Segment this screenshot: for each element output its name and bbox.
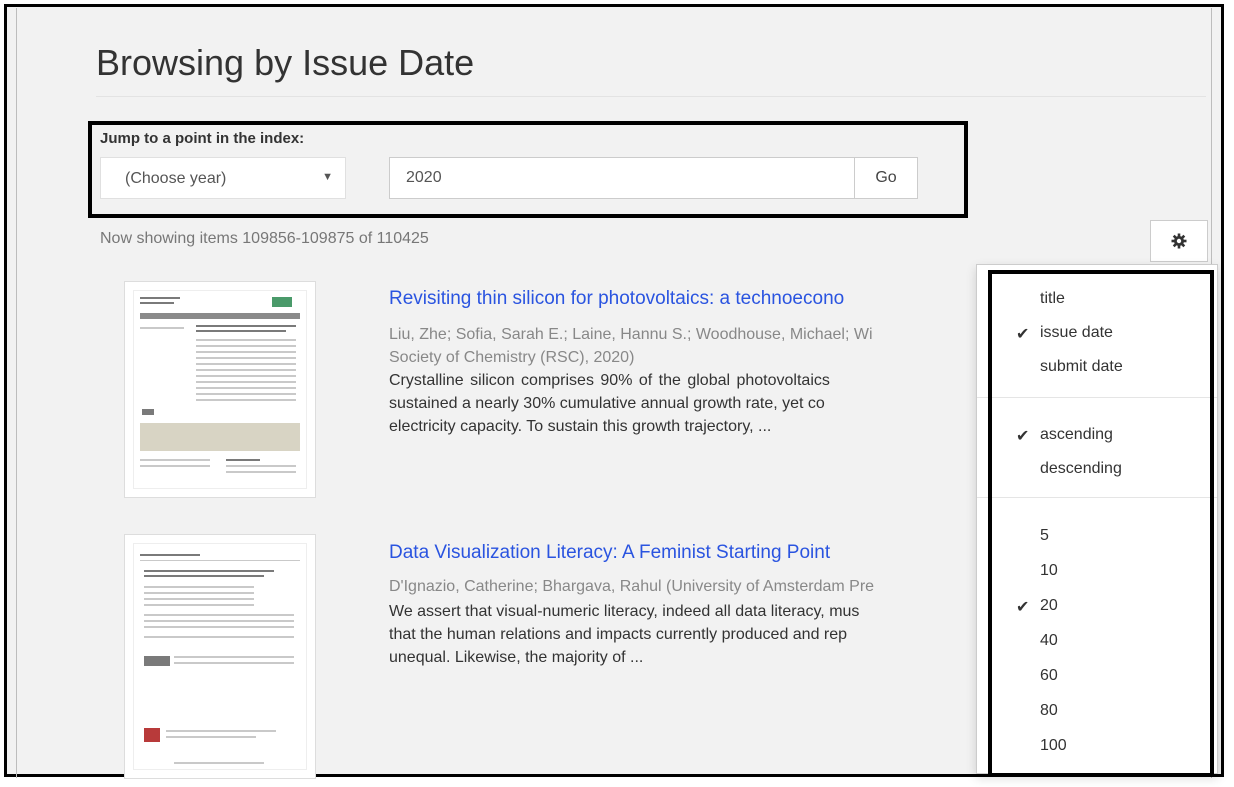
item-authors: Liu, Zhe; Sofia, Sarah E.; Laine, Hannu … [389,326,873,343]
year-select[interactable]: (Choose year) ▼ [100,157,346,199]
thumbnail-image [133,290,307,489]
item-abstract-line: sustained a nearly 30% cumulative annual… [389,395,825,412]
item-abstract-line: that the human relations and impacts cur… [389,626,848,643]
results-count: Now showing items 109856-109875 of 11042… [100,230,429,247]
sort-options-button[interactable] [1150,220,1208,262]
gear-icon [1171,233,1187,249]
item-abstract-line: electricity capacity. To sustain this gr… [389,418,772,435]
go-button[interactable]: Go [854,157,918,199]
item-publisher: Society of Chemistry (RSC), 2020) [389,349,635,366]
jump-label: Jump to a point in the index: [100,130,305,147]
item-authors: D'Ignazio, Catherine; Bhargava, Rahul (U… [389,578,875,595]
chevron-down-icon: ▼ [322,171,333,183]
item-abstract-line: Crystalline silicon comprises 90% of the… [389,372,830,389]
year-input[interactable] [389,157,855,199]
thumbnail-image [133,543,307,770]
page-title: Browsing by Issue Date [96,42,475,83]
item-title-link[interactable]: Revisiting thin silicon for photovoltaic… [389,288,844,310]
title-divider [96,96,1206,97]
item-title-link[interactable]: Data Visualization Literacy: A Feminist … [389,542,830,564]
item-thumbnail[interactable] [124,534,316,779]
item-abstract-line: We assert that visual-numeric literacy, … [389,603,860,620]
menu-highlight-box [988,270,1214,777]
item-thumbnail[interactable] [124,281,316,498]
year-select-value: (Choose year) [125,170,227,187]
item-abstract-line: unequal. Likewise, the majority of ... [389,649,644,666]
